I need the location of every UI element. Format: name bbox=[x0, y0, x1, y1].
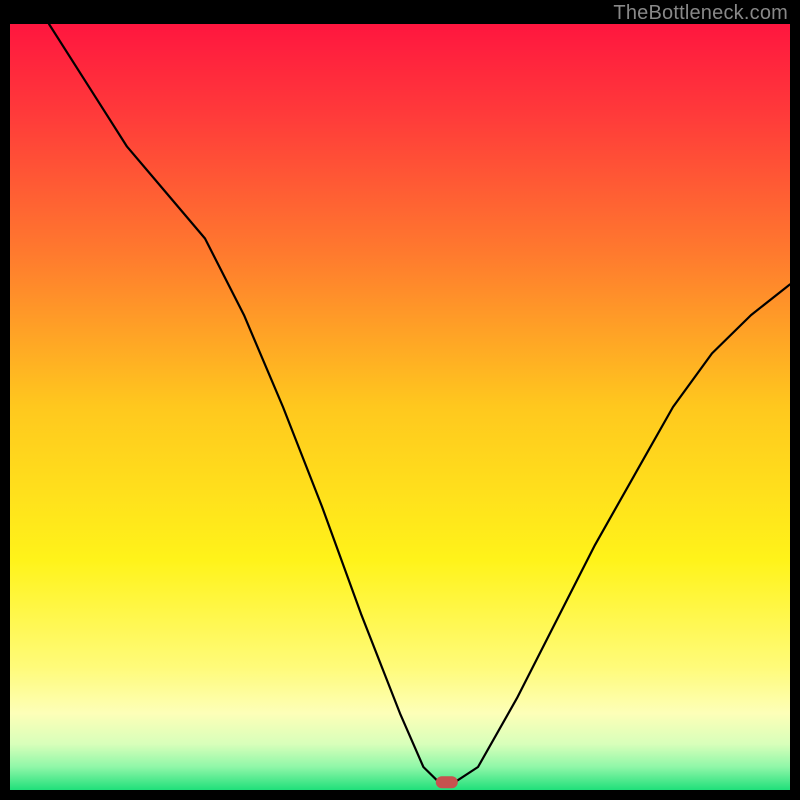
chart-frame bbox=[10, 24, 790, 790]
watermark-text: TheBottleneck.com bbox=[613, 2, 788, 25]
optimal-marker bbox=[436, 776, 458, 788]
bottleneck-chart bbox=[10, 24, 790, 790]
